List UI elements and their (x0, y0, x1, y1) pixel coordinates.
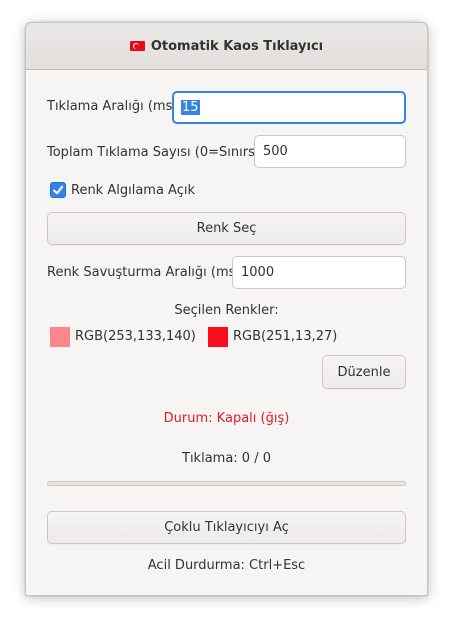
color-swatch (208, 327, 228, 347)
color-swatch (50, 327, 70, 347)
progress-bar (47, 481, 406, 486)
edit-colors-button-label: Düzenle (337, 364, 391, 380)
click-interval-value: 15 (181, 100, 200, 115)
open-multi-clicker-button-label: Çoklu Tıklayıcıyı Aç (164, 520, 289, 535)
select-color-button-label: Renk Seç (196, 221, 257, 236)
selected-colors-heading: Seçilen Renkler: (174, 303, 279, 318)
title-bar[interactable]: Otomatik Kaos Tıklayıcı (26, 23, 427, 70)
click-counter: Tıklama: 0 / 0 (182, 451, 271, 466)
total-clicks-input[interactable]: 500 (254, 135, 406, 168)
open-multi-clicker-button[interactable]: Çoklu Tıklayıcıyı Aç (47, 511, 406, 544)
checkmark-icon (53, 185, 64, 195)
total-clicks-value: 500 (263, 144, 288, 159)
color-detection-checkbox[interactable] (50, 182, 66, 198)
color-avoid-interval-input[interactable]: 1000 (232, 256, 406, 289)
window-title: Otomatik Kaos Tıklayıcı (150, 38, 324, 54)
click-interval-input[interactable]: 15 (172, 91, 406, 124)
color-avoid-interval-label: Renk Savuşturma Aralığı (ms): (47, 265, 245, 280)
color-detection-label[interactable]: Renk Algılama Açık (71, 183, 195, 198)
turkey-flag-icon (129, 41, 145, 51)
click-interval-label: Tıklama Aralığı (ms): (47, 99, 182, 114)
total-clicks-label: Toplam Tıklama Sayısı (0=Sınırsız): (47, 145, 275, 160)
status-text: Durum: Kapalı (ğış) (163, 411, 290, 426)
color-swatch-label: RGB(251,13,27) (233, 329, 338, 344)
color-avoid-interval-value: 1000 (241, 265, 275, 280)
emergency-stop-hint: Acil Durdurma: Ctrl+Esc (147, 558, 306, 573)
select-color-button[interactable]: Renk Seç (47, 212, 406, 245)
app-window: Otomatik Kaos Tıklayıcı Tıklama Aralığı … (25, 22, 428, 596)
color-swatch-label: RGB(253,133,140) (75, 329, 196, 344)
edit-colors-button[interactable]: Düzenle (322, 355, 406, 389)
